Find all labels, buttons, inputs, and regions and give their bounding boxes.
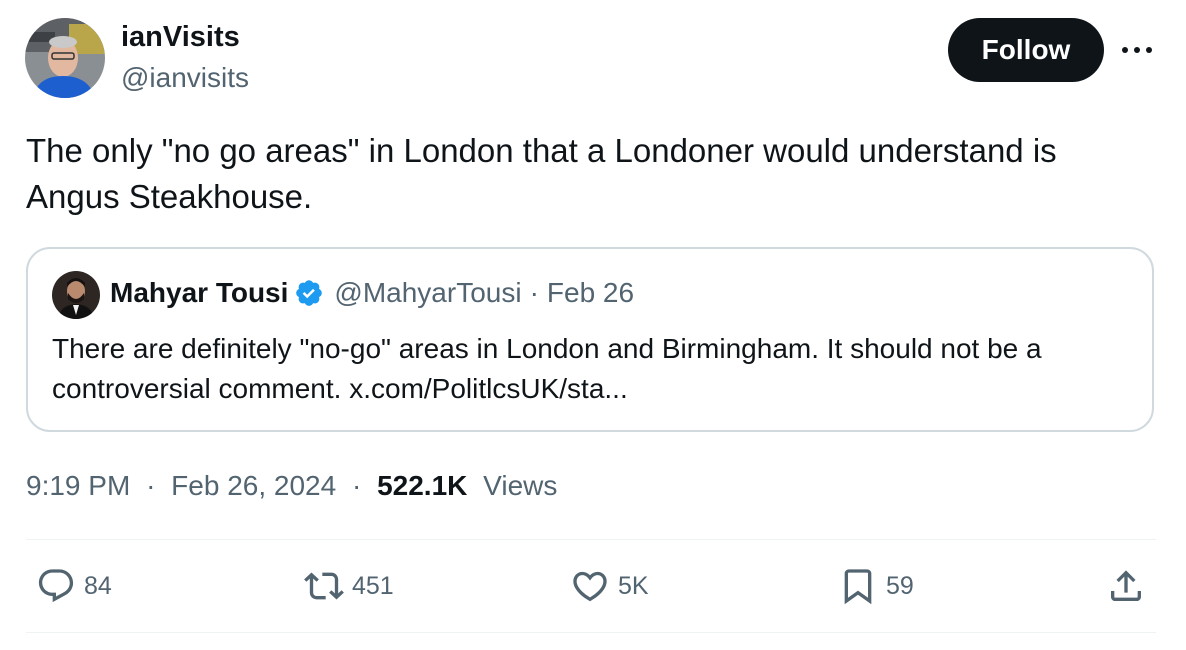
quoted-tweet-card[interactable]: Mahyar Tousi @MahyarTousi · Feb 26 There… — [26, 247, 1154, 432]
quote-separator: · — [529, 277, 539, 308]
quote-author-name[interactable]: Mahyar Tousi — [110, 275, 288, 311]
reply-button[interactable]: 84 — [36, 566, 112, 606]
reply-bubble-icon — [38, 569, 74, 603]
meta-separator: · — [351, 470, 362, 501]
repost-count: 451 — [352, 571, 394, 600]
follow-button[interactable]: Follow — [948, 18, 1104, 82]
heart-icon — [573, 571, 607, 602]
like-button[interactable]: 5K — [570, 566, 649, 606]
share-upload-icon — [1111, 570, 1141, 601]
share-button[interactable] — [1106, 566, 1146, 606]
tweet-time[interactable]: 9:19 PM — [26, 470, 130, 501]
tweet-meta: 9:19 PM · Feb 26, 2024 · 522.1K Views — [26, 466, 557, 506]
author-name[interactable]: ianVisits — [121, 19, 240, 55]
meta-separator: · — [146, 470, 156, 501]
author-avatar[interactable] — [25, 18, 105, 98]
more-horizontal-icon[interactable] — [1120, 40, 1154, 60]
quote-author-avatar — [52, 271, 100, 319]
author-handle[interactable]: @ianvisits — [121, 60, 249, 96]
verified-badge-icon — [294, 278, 324, 308]
tweet-page: ianVisits @ianvisits Follow The only "no… — [0, 0, 1186, 650]
tweet-date[interactable]: Feb 26, 2024 — [171, 470, 336, 501]
bookmark-icon — [844, 569, 872, 605]
views-label: Views — [483, 470, 558, 501]
quote-text: There are definitely "no-go" areas in Lo… — [52, 333, 1042, 404]
bookmark-count: 59 — [886, 571, 914, 600]
repost-button[interactable]: 451 — [304, 566, 394, 606]
quote-date[interactable]: Feb 26 — [547, 275, 634, 311]
views-count: 522.1K — [377, 470, 468, 501]
divider-top — [26, 539, 1156, 540]
bookmark-button[interactable]: 59 — [838, 566, 914, 606]
reply-count: 84 — [84, 571, 112, 600]
repost-arrows-icon — [304, 572, 344, 600]
divider-bottom — [26, 632, 1156, 633]
quote-author-handle[interactable]: @MahyarTousi — [334, 275, 521, 311]
quote-header: Mahyar Tousi @MahyarTousi · Feb 26 — [110, 275, 634, 311]
tweet-text: The only "no go areas" in London that a … — [26, 132, 1057, 215]
like-count: 5K — [618, 571, 649, 600]
